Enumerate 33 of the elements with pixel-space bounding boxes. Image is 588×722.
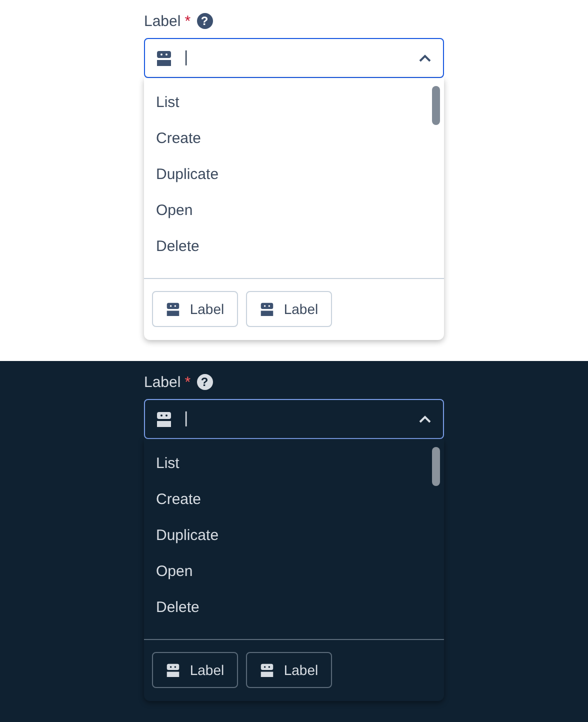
menu-item[interactable]: List [144,446,444,482]
menu-item[interactable]: Duplicate [144,157,444,193]
scrollbar-thumb[interactable] [432,447,440,486]
input-text: | [184,410,190,428]
menu-item[interactable]: Create [144,121,444,157]
help-icon[interactable]: ? [196,374,213,390]
menu-item[interactable]: Delete [144,229,444,265]
menu-item[interactable]: Duplicate [144,518,444,554]
combobox-field[interactable]: | [144,38,444,78]
robot-icon [166,663,180,677]
robot-icon [166,302,180,316]
label-button[interactable]: Label [246,652,332,688]
label-button[interactable]: Label [246,291,332,327]
robot-icon [156,411,172,427]
menu-item[interactable]: Create [144,482,444,518]
label-button[interactable]: Label [152,652,238,688]
scrollbar-thumb[interactable] [432,86,440,125]
robot-icon [156,50,172,66]
menu-item[interactable]: List [144,85,444,121]
label-button[interactable]: Label [152,291,238,327]
input-text: | [184,49,190,67]
combobox-field[interactable]: | [144,399,444,439]
menu-item[interactable]: Open [144,554,444,590]
chevron-up-icon[interactable] [419,54,431,62]
required-mark: * [184,12,191,30]
robot-icon [260,302,274,316]
robot-icon [260,663,274,677]
required-mark: * [184,374,191,390]
help-icon[interactable]: ? [196,13,213,29]
menu-item[interactable]: Delete [144,590,444,626]
field-label: Label [144,374,181,390]
menu-item[interactable]: Open [144,193,444,229]
field-label: Label [144,12,181,30]
